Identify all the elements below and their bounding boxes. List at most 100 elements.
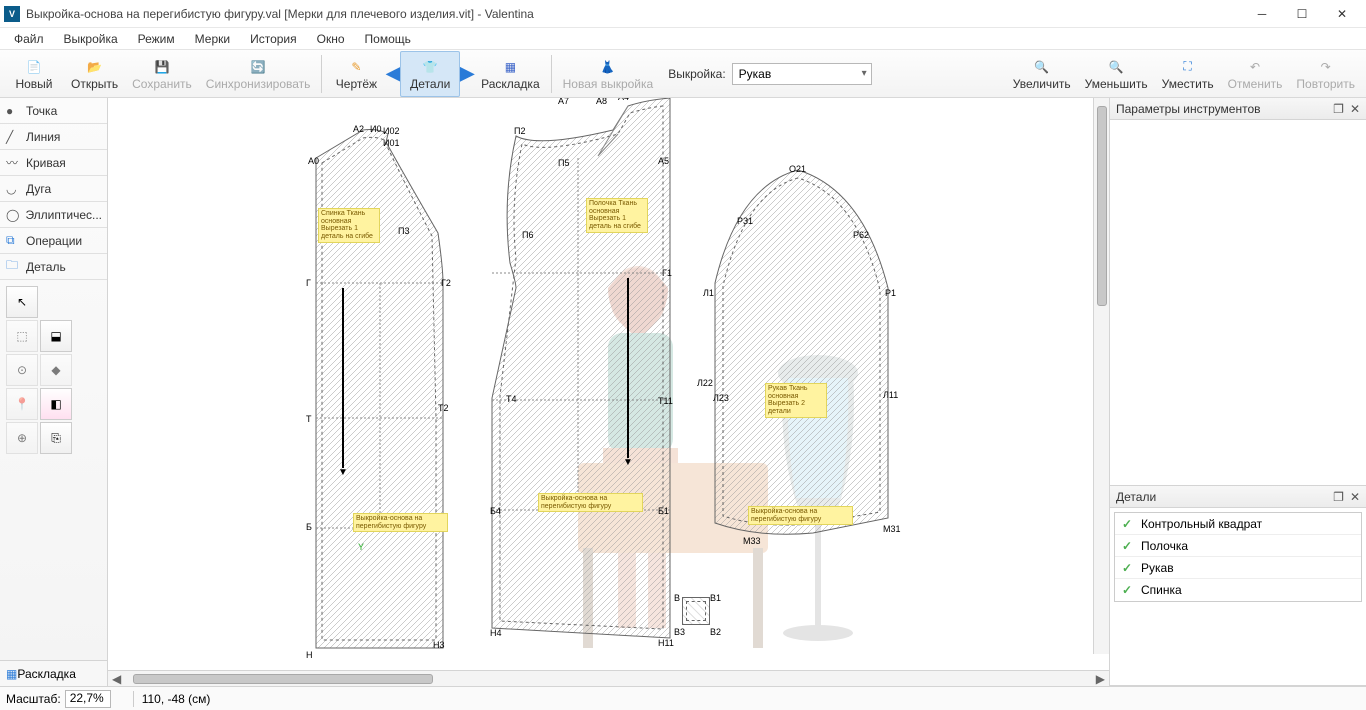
- undo-button[interactable]: ↶ Отменить: [1221, 51, 1290, 97]
- layout-mode-button[interactable]: ▦ Раскладка: [0, 660, 107, 686]
- dock-float-icon[interactable]: ❐: [1333, 490, 1344, 504]
- minimize-button[interactable]: ─: [1242, 0, 1282, 28]
- scrollbar-vertical[interactable]: [1093, 98, 1109, 654]
- tool-export[interactable]: ⎘: [40, 422, 72, 454]
- menu-help[interactable]: Помощь: [355, 30, 421, 48]
- new-pattern-button[interactable]: 👗 Новая выкройка: [556, 51, 661, 97]
- dock-close-icon[interactable]: ✕: [1350, 490, 1360, 504]
- mode-layout-button[interactable]: ▦ Раскладка: [474, 51, 547, 97]
- toolbar-separator: [551, 55, 552, 93]
- canvas[interactable]: Спинка Ткань основная Вырезать 1 деталь …: [108, 98, 1109, 670]
- check-icon: ✓: [1121, 562, 1133, 574]
- tool-insert[interactable]: ◧: [40, 388, 72, 420]
- sleeve-outline: [693, 168, 903, 548]
- cat-curve[interactable]: 〰Кривая: [0, 150, 107, 176]
- tool-grid: ↖ ⬚ ⬓ ⊙ ◆ 📍 ◧ ⊕ ⎘: [0, 280, 107, 460]
- dock-float-icon[interactable]: ❐: [1333, 102, 1344, 116]
- tool-union[interactable]: ⬓: [40, 320, 72, 352]
- arrow-left-icon: ◀: [386, 63, 400, 84]
- line-icon: ╱: [6, 130, 20, 144]
- redo-icon: ↷: [1316, 57, 1336, 77]
- list-item[interactable]: ✓Спинка: [1115, 579, 1361, 601]
- redo-button[interactable]: ↷ Повторить: [1289, 51, 1362, 97]
- folder-open-icon: 📂: [85, 57, 105, 77]
- open-label: Открыть: [71, 77, 118, 91]
- scale-input[interactable]: 22,7%: [65, 690, 111, 708]
- save-button[interactable]: 💾 Сохранить: [125, 51, 199, 97]
- mode-draft-button[interactable]: ✎ Чертёж: [326, 51, 386, 97]
- note-back: Спинка Ткань основная Вырезать 1 деталь …: [318, 208, 380, 243]
- scrollbar-horizontal[interactable]: ◀ ▶: [108, 670, 1109, 686]
- dock-close-icon[interactable]: ✕: [1350, 102, 1360, 116]
- menu-history[interactable]: История: [240, 30, 307, 48]
- window-title: Выкройка-основа на перегибистую фигуру.v…: [26, 7, 1242, 21]
- cat-point[interactable]: ●Точка: [0, 98, 107, 124]
- toolbar: 📄 Новый 📂 Открыть 💾 Сохранить 🔄 Синхрони…: [0, 50, 1366, 98]
- cat-ellipse[interactable]: ◯Эллиптичес...: [0, 202, 107, 228]
- details-list: ✓Контрольный квадрат ✓Полочка ✓Рукав ✓Сп…: [1114, 512, 1362, 602]
- note-sleeve: Рукав Ткань основная Вырезать 2 детали: [765, 383, 827, 418]
- arrow-right-icon: ▶: [460, 63, 474, 84]
- statusbar: Масштаб: 22,7% 110, -48 (см): [0, 686, 1366, 710]
- titlebar: V Выкройка-основа на перегибистую фигуру…: [0, 0, 1366, 28]
- menu-window[interactable]: Окно: [307, 30, 355, 48]
- toolbar-separator: [321, 55, 322, 93]
- menu-file[interactable]: Файл: [4, 30, 54, 48]
- menu-measurements[interactable]: Мерки: [185, 30, 240, 48]
- zoom-in-icon: 🔍: [1032, 57, 1052, 77]
- zoom-in-button[interactable]: 🔍 Увеличить: [1006, 51, 1078, 97]
- tool-node[interactable]: ⊙: [6, 354, 38, 386]
- pattern-front: Полочка Ткань основная Вырезать 1 деталь…: [478, 98, 678, 658]
- sync-button[interactable]: 🔄 Синхронизировать: [199, 51, 318, 97]
- tool-seam[interactable]: ⬚: [6, 320, 38, 352]
- sync-label: Синхронизировать: [206, 77, 311, 91]
- undo-label: Отменить: [1228, 77, 1283, 91]
- tool-pin[interactable]: 📍: [6, 388, 38, 420]
- cat-arc[interactable]: ◡Дуга: [0, 176, 107, 202]
- right-dock: Параметры инструментов ❐ ✕ Детали ❐ ✕ ✓К…: [1110, 98, 1366, 686]
- maximize-button[interactable]: ☐: [1282, 0, 1322, 28]
- ellipse-icon: ◯: [6, 208, 19, 222]
- scale-label: Масштаб:: [6, 692, 61, 706]
- open-button[interactable]: 📂 Открыть: [64, 51, 125, 97]
- layout-icon: ▦: [500, 57, 520, 77]
- mode-details-button[interactable]: 👕 Детали: [400, 51, 460, 97]
- tool-pointer[interactable]: ↖: [6, 286, 38, 318]
- details-label: Детали: [410, 77, 450, 91]
- ops-icon: ⧉: [6, 233, 20, 248]
- caption-back: Выкройка-основа на перегибистую фигуру: [353, 513, 448, 532]
- zoom-fit-icon: ⛶: [1178, 57, 1198, 77]
- cat-detail[interactable]: 🗀Деталь: [0, 254, 107, 280]
- scroll-left-icon[interactable]: ◀: [108, 672, 125, 686]
- app-icon: V: [4, 6, 20, 22]
- save-icon: 💾: [152, 57, 172, 77]
- close-button[interactable]: ✕: [1322, 0, 1362, 28]
- grainline-front: [623, 278, 633, 458]
- scroll-right-icon[interactable]: ▶: [1092, 672, 1109, 686]
- dock-params-title: Параметры инструментов: [1116, 102, 1261, 116]
- draft-label: Чертёж: [336, 77, 377, 91]
- zoom-out-button[interactable]: 🔍 Уменьшить: [1078, 51, 1155, 97]
- pattern-dropdown[interactable]: Рукав: [732, 63, 872, 85]
- menu-pattern[interactable]: Выкройка: [54, 30, 128, 48]
- list-item[interactable]: ✓Полочка: [1115, 535, 1361, 557]
- undo-icon: ↶: [1245, 57, 1265, 77]
- detail-icon: 🗀: [6, 256, 20, 277]
- check-icon: ✓: [1121, 584, 1133, 596]
- list-item[interactable]: ✓Рукав: [1115, 557, 1361, 579]
- tool-grainline[interactable]: ⊕: [6, 422, 38, 454]
- cat-line[interactable]: ╱Линия: [0, 124, 107, 150]
- layout-small-icon: ▦: [6, 667, 17, 681]
- cat-operations[interactable]: ⧉Операции: [0, 228, 107, 254]
- zoom-out-icon: 🔍: [1106, 57, 1126, 77]
- check-icon: ✓: [1121, 540, 1133, 552]
- menu-mode[interactable]: Режим: [128, 30, 185, 48]
- dock-params: Параметры инструментов ❐ ✕: [1110, 98, 1366, 486]
- tool-anchor[interactable]: ◆: [40, 354, 72, 386]
- list-item[interactable]: ✓Контрольный квадрат: [1115, 513, 1361, 535]
- zoom-fit-button[interactable]: ⛶ Уместить: [1155, 51, 1221, 97]
- new-button[interactable]: 📄 Новый: [4, 51, 64, 97]
- pencil-icon: ✎: [346, 57, 366, 77]
- file-new-icon: 📄: [24, 57, 44, 77]
- redo-label: Повторить: [1296, 77, 1355, 91]
